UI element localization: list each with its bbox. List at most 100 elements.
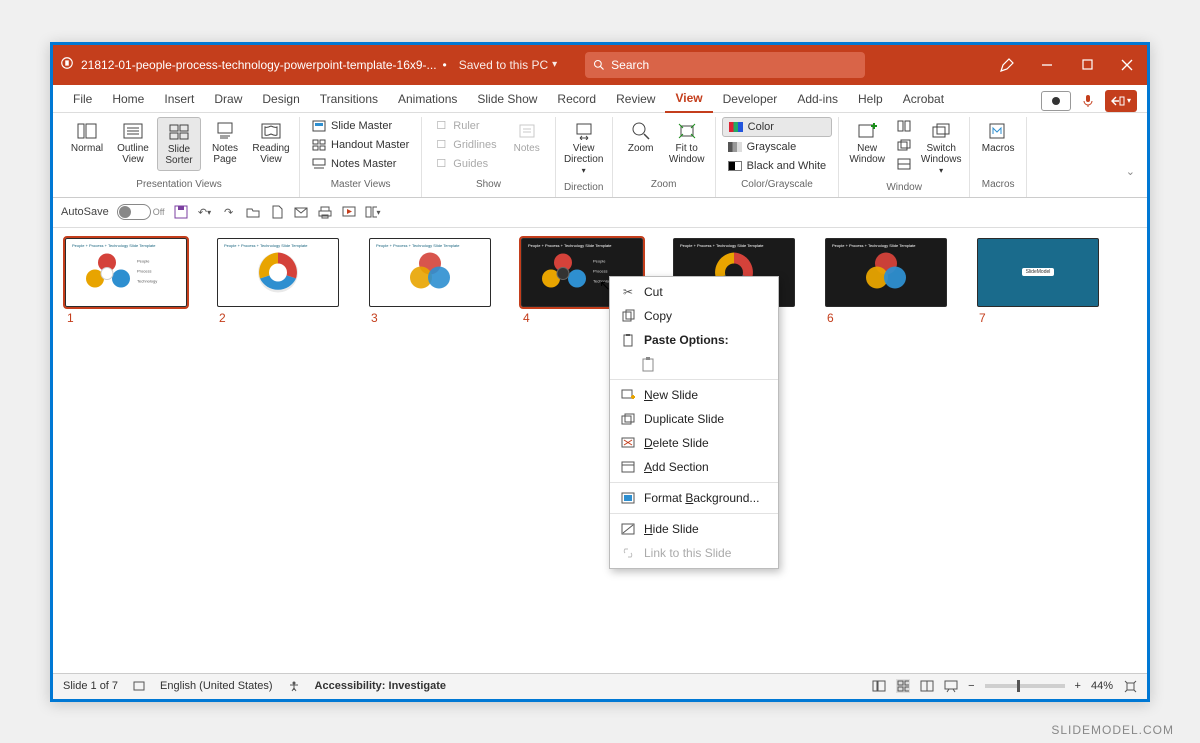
email-icon[interactable] xyxy=(293,204,309,220)
sorter-view-icon[interactable] xyxy=(896,679,910,693)
split-button[interactable] xyxy=(891,155,917,173)
tab-home[interactable]: Home xyxy=(102,87,154,112)
chevron-down-icon[interactable]: ▾ xyxy=(552,59,557,70)
from-beginning-icon[interactable] xyxy=(341,204,357,220)
tab-record[interactable]: Record xyxy=(547,87,606,112)
tab-draw[interactable]: Draw xyxy=(204,87,252,112)
tab-help[interactable]: Help xyxy=(848,87,893,112)
slide-counter[interactable]: Slide 1 of 7 xyxy=(63,680,118,692)
svg-text:Process: Process xyxy=(593,269,607,274)
arrange-all-button[interactable] xyxy=(891,117,917,135)
save-status[interactable]: Saved to this PC xyxy=(459,58,548,72)
new-file-icon[interactable] xyxy=(269,204,285,220)
guides-checkbox[interactable]: ☐Guides xyxy=(428,155,502,173)
switch-windows-button[interactable]: Switch Windows ▾ xyxy=(919,117,963,180)
open-icon[interactable] xyxy=(245,204,261,220)
accessibility-icon[interactable] xyxy=(287,679,301,693)
bw-button[interactable]: Black and White xyxy=(722,157,832,175)
tab-view[interactable]: View xyxy=(665,86,712,113)
tab-transitions[interactable]: Transitions xyxy=(310,87,388,112)
new-window-button[interactable]: New Window xyxy=(845,117,889,169)
tab-insert[interactable]: Insert xyxy=(154,87,204,112)
normal-view-button[interactable]: Normal xyxy=(65,117,109,158)
zoom-slider[interactable] xyxy=(985,684,1065,688)
color-button[interactable]: Color xyxy=(722,117,832,137)
normal-view-icon[interactable] xyxy=(872,679,886,693)
reading-view-button[interactable]: Reading View xyxy=(249,117,293,169)
ctx-new-slide[interactable]: New Slide xyxy=(610,383,778,407)
tab-animations[interactable]: Animations xyxy=(388,87,467,112)
zoom-button[interactable]: Zoom xyxy=(619,117,663,158)
accessibility-label[interactable]: Accessibility: Investigate xyxy=(315,680,446,692)
group-window: New Window Switch Windows ▾ Window xyxy=(839,117,970,197)
tab-acrobat[interactable]: Acrobat xyxy=(893,87,954,112)
gridlines-checkbox[interactable]: ☐Gridlines xyxy=(428,136,502,154)
app-icon xyxy=(53,56,81,73)
tab-slideshow[interactable]: Slide Show xyxy=(467,87,547,112)
pen-icon[interactable] xyxy=(987,45,1027,85)
camera-button[interactable] xyxy=(1041,91,1071,111)
reading-view-icon[interactable] xyxy=(920,679,934,693)
svg-text:Process: Process xyxy=(137,269,151,274)
handout-master-button[interactable]: Handout Master xyxy=(306,136,415,154)
zoom-in-button[interactable]: + xyxy=(1075,680,1081,692)
tab-file[interactable]: File xyxy=(63,87,102,112)
ctx-duplicate-slide[interactable]: Duplicate Slide xyxy=(610,407,778,431)
zoom-level[interactable]: 44% xyxy=(1091,680,1113,692)
slide-thumb-3[interactable]: People + Process + Technology Slide Temp… xyxy=(369,238,491,325)
tab-addins[interactable]: Add-ins xyxy=(787,87,848,112)
ctx-paste-button[interactable] xyxy=(610,352,778,376)
autosave-label: AutoSave xyxy=(61,206,109,218)
ctx-hide-slide[interactable]: Hide Slide xyxy=(610,517,778,541)
tab-review[interactable]: Review xyxy=(606,87,665,112)
ctx-format-background[interactable]: Format Background... xyxy=(610,486,778,510)
autosave-toggle[interactable] xyxy=(117,204,151,220)
ctx-add-section[interactable]: Add Section xyxy=(610,455,778,479)
view-direction-button[interactable]: View Direction ▾ xyxy=(562,117,606,180)
language-label[interactable]: English (United States) xyxy=(160,680,273,692)
minimize-button[interactable] xyxy=(1027,45,1067,85)
notes-page-button[interactable]: Notes Page xyxy=(203,117,247,169)
search-box[interactable]: Search xyxy=(585,52,865,78)
ctx-cut[interactable]: ✂Cut xyxy=(610,280,778,304)
fit-icon[interactable] xyxy=(1123,679,1137,693)
slideshow-view-icon[interactable] xyxy=(944,679,958,693)
tab-design[interactable]: Design xyxy=(252,87,309,112)
ctx-copy[interactable]: Copy xyxy=(610,304,778,328)
maximize-button[interactable] xyxy=(1067,45,1107,85)
slide-sorter-area[interactable]: People + Process + Technology Slide Temp… xyxy=(53,228,1147,673)
tab-developer[interactable]: Developer xyxy=(713,87,788,112)
slide-master-button[interactable]: Slide Master xyxy=(306,117,415,135)
touch-mode-icon[interactable]: ▾ xyxy=(365,204,381,220)
ribbon: Normal Outline View Slide Sorter Notes P… xyxy=(53,113,1147,198)
macros-button[interactable]: Macros xyxy=(976,117,1020,158)
svg-text:Technology: Technology xyxy=(137,279,157,284)
slide-thumb-1[interactable]: People + Process + Technology Slide Temp… xyxy=(65,238,187,325)
fit-window-button[interactable]: Fit to Window xyxy=(665,117,709,169)
slide-thumb-7[interactable]: SlideModel 7 xyxy=(977,238,1099,325)
quick-print-icon[interactable] xyxy=(317,204,333,220)
outline-view-button[interactable]: Outline View xyxy=(111,117,155,169)
slide-thumb-6[interactable]: People + Process + Technology Slide Temp… xyxy=(825,238,947,325)
save-icon[interactable] xyxy=(173,204,189,220)
ribbon-collapse-button[interactable]: ⌄ xyxy=(1120,117,1141,197)
title-bar: 21812-01-people-process-technology-power… xyxy=(53,45,1147,85)
document-title[interactable]: 21812-01-people-process-technology-power… xyxy=(81,58,437,72)
slide-sorter-button[interactable]: Slide Sorter xyxy=(157,117,201,171)
zoom-out-button[interactable]: − xyxy=(968,680,974,692)
share-button[interactable]: ▾ xyxy=(1105,90,1137,112)
redo-icon[interactable]: ↷ xyxy=(221,204,237,220)
language-icon[interactable] xyxy=(132,679,146,693)
ruler-checkbox[interactable]: ☐Ruler xyxy=(428,117,502,135)
search-placeholder: Search xyxy=(611,58,649,72)
close-button[interactable] xyxy=(1107,45,1147,85)
cascade-button[interactable] xyxy=(891,136,917,154)
notes-master-button[interactable]: Notes Master xyxy=(306,155,415,173)
slide-thumb-2[interactable]: People + Process + Technology Slide Temp… xyxy=(217,238,339,325)
ctx-delete-slide[interactable]: Delete Slide xyxy=(610,431,778,455)
undo-icon[interactable]: ↶▾ xyxy=(197,204,213,220)
delete-icon xyxy=(620,435,636,451)
grayscale-button[interactable]: Grayscale xyxy=(722,138,832,156)
mic-icon[interactable] xyxy=(1077,91,1099,111)
watermark: SLIDEMODEL.COM xyxy=(1051,723,1174,737)
